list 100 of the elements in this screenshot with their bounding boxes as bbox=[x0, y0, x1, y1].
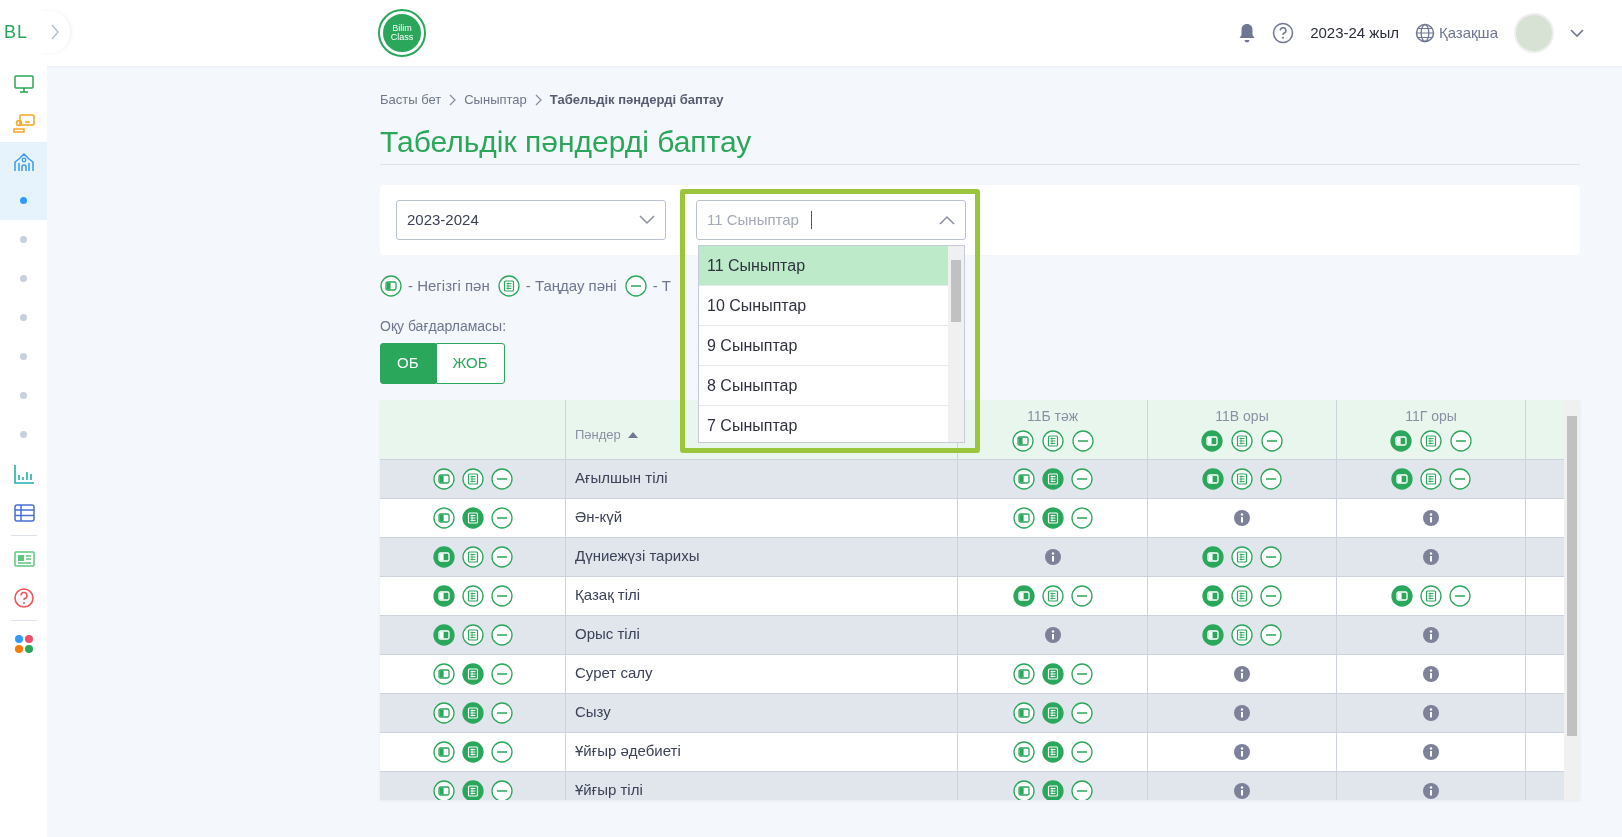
minus-circle-icon[interactable] bbox=[490, 701, 513, 724]
list-circle-icon[interactable] bbox=[1420, 584, 1442, 607]
book-circle-icon[interactable] bbox=[432, 701, 455, 724]
book-circle-icon[interactable] bbox=[1012, 662, 1035, 685]
minus-circle-icon[interactable] bbox=[1450, 430, 1472, 452]
book-circle-icon[interactable] bbox=[1202, 545, 1224, 568]
program-toggle[interactable]: ЖОБ bbox=[435, 342, 505, 384]
nav-dot[interactable] bbox=[20, 275, 27, 282]
list-circle-icon[interactable] bbox=[1041, 506, 1064, 529]
list-circle-icon[interactable] bbox=[461, 467, 484, 490]
minus-circle-icon[interactable] bbox=[1071, 430, 1094, 452]
nav-dot[interactable] bbox=[20, 392, 27, 399]
book-circle-icon[interactable] bbox=[1202, 467, 1224, 490]
list-circle-icon[interactable] bbox=[1231, 467, 1253, 490]
list-circle-icon[interactable] bbox=[461, 623, 484, 646]
program-toggle[interactable]: ОБ bbox=[380, 342, 436, 384]
minus-circle-icon[interactable] bbox=[490, 545, 513, 568]
school-year-label[interactable]: 2023-24 жыл bbox=[1310, 21, 1399, 45]
list-circle-icon[interactable] bbox=[1420, 430, 1442, 452]
list-circle-icon[interactable] bbox=[461, 662, 484, 685]
info-icon[interactable] bbox=[1423, 782, 1439, 799]
book-circle-icon[interactable] bbox=[1012, 506, 1035, 529]
info-icon[interactable] bbox=[1044, 548, 1061, 565]
minus-circle-icon[interactable] bbox=[1260, 623, 1282, 646]
list-circle-icon[interactable] bbox=[1041, 701, 1064, 724]
book-circle-icon[interactable] bbox=[432, 545, 455, 568]
dropdown-option[interactable]: 11 Сыныптар bbox=[699, 246, 948, 286]
list-circle-icon[interactable] bbox=[1231, 430, 1253, 452]
minus-circle-icon[interactable] bbox=[490, 506, 513, 529]
book-circle-icon[interactable] bbox=[1012, 467, 1035, 490]
book-circle-icon[interactable] bbox=[432, 623, 455, 646]
minus-circle-icon[interactable] bbox=[490, 662, 513, 685]
breadcrumb-link[interactable]: Сыныптар bbox=[464, 90, 527, 110]
minus-circle-icon[interactable] bbox=[490, 740, 513, 763]
list-circle-icon[interactable] bbox=[1041, 662, 1064, 685]
book-circle-icon[interactable] bbox=[432, 740, 455, 763]
bell-icon[interactable] bbox=[1238, 23, 1257, 43]
globe-icon[interactable] bbox=[1414, 23, 1435, 43]
list-circle-icon[interactable] bbox=[1231, 545, 1253, 568]
book-circle-icon[interactable] bbox=[1012, 701, 1035, 724]
book-circle-icon[interactable] bbox=[1012, 584, 1035, 607]
nav-dot[interactable] bbox=[20, 353, 27, 360]
list-circle-icon[interactable] bbox=[1041, 584, 1064, 607]
info-icon[interactable] bbox=[1423, 509, 1439, 526]
list-circle-icon[interactable] bbox=[1420, 467, 1442, 490]
chevron-down-icon[interactable] bbox=[1570, 28, 1584, 38]
info-icon[interactable] bbox=[1234, 743, 1250, 760]
info-icon[interactable] bbox=[1234, 704, 1250, 721]
book-circle-icon[interactable] bbox=[432, 506, 455, 529]
table-icon[interactable] bbox=[12, 501, 35, 524]
list-circle-icon[interactable] bbox=[1231, 623, 1253, 646]
book-circle-icon[interactable] bbox=[1201, 430, 1223, 452]
nav-dot[interactable] bbox=[20, 236, 27, 243]
nav-dot[interactable] bbox=[20, 197, 27, 204]
book-circle-icon[interactable] bbox=[432, 467, 455, 490]
year-select[interactable]: 2023-2024 bbox=[396, 200, 666, 240]
info-icon[interactable] bbox=[1234, 665, 1250, 682]
book-circle-icon[interactable] bbox=[1011, 430, 1034, 452]
minus-circle-icon[interactable] bbox=[1261, 430, 1283, 452]
book-circle-icon[interactable] bbox=[432, 584, 455, 607]
info-icon[interactable] bbox=[1234, 782, 1250, 799]
scrollbar[interactable] bbox=[948, 246, 964, 442]
minus-circle-icon[interactable] bbox=[1070, 701, 1093, 724]
apps-dots-icon[interactable] bbox=[12, 632, 35, 655]
book-circle-icon[interactable] bbox=[1012, 740, 1035, 763]
info-icon[interactable] bbox=[1423, 548, 1439, 565]
book-circle-icon[interactable] bbox=[432, 662, 455, 685]
column-header[interactable]: Пәндер bbox=[575, 425, 621, 445]
list-circle-icon[interactable] bbox=[461, 584, 484, 607]
minus-circle-icon[interactable] bbox=[490, 467, 513, 490]
monitor-icon[interactable] bbox=[12, 72, 35, 95]
sort-up-icon[interactable] bbox=[627, 432, 638, 438]
minus-circle-icon[interactable] bbox=[1260, 467, 1282, 490]
list-circle-icon[interactable] bbox=[461, 740, 484, 763]
scrollbar[interactable] bbox=[1564, 399, 1580, 800]
list-circle-icon[interactable] bbox=[1041, 740, 1064, 763]
book-circle-icon[interactable] bbox=[1391, 467, 1413, 490]
list-circle-icon[interactable] bbox=[1041, 467, 1064, 490]
info-icon[interactable] bbox=[1234, 509, 1250, 526]
bar-chart-icon[interactable] bbox=[12, 462, 35, 485]
breadcrumb-link[interactable]: Басты бет bbox=[380, 90, 442, 110]
book-circle-icon[interactable] bbox=[1390, 430, 1412, 452]
minus-circle-icon[interactable] bbox=[1070, 467, 1093, 490]
book-circle-icon[interactable] bbox=[1202, 584, 1224, 607]
minus-circle-icon[interactable] bbox=[1449, 467, 1471, 490]
help-circle-icon[interactable] bbox=[1272, 22, 1295, 44]
minus-circle-icon[interactable] bbox=[1070, 584, 1093, 607]
info-icon[interactable] bbox=[1423, 704, 1439, 721]
list-circle-icon[interactable] bbox=[1231, 584, 1253, 607]
list-circle-icon[interactable] bbox=[461, 545, 484, 568]
info-icon[interactable] bbox=[1423, 626, 1439, 643]
minus-circle-icon[interactable] bbox=[1070, 662, 1093, 685]
list-circle-icon[interactable] bbox=[461, 506, 484, 529]
minus-circle-icon[interactable] bbox=[490, 623, 513, 646]
minus-circle-icon[interactable] bbox=[490, 584, 513, 607]
school-building-icon[interactable] bbox=[12, 150, 35, 173]
list-circle-icon[interactable] bbox=[1041, 430, 1064, 452]
minus-circle-icon[interactable] bbox=[1070, 506, 1093, 529]
nav-dot[interactable] bbox=[20, 314, 27, 321]
nav-dot[interactable] bbox=[20, 431, 27, 438]
